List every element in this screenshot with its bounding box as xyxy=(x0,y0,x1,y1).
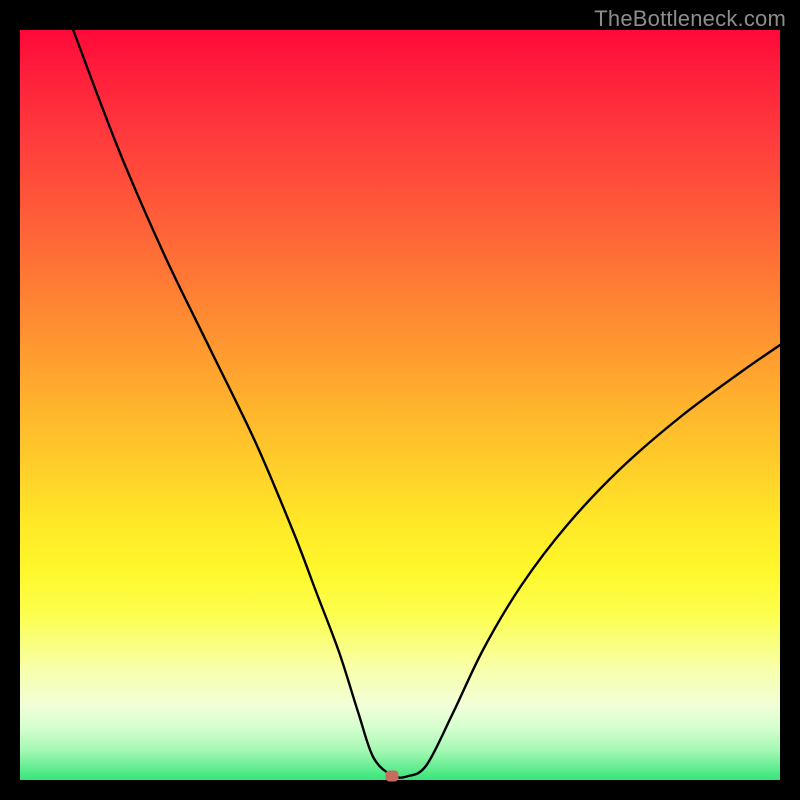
chart-frame: TheBottleneck.com xyxy=(0,0,800,800)
plot-area xyxy=(20,30,780,780)
minimum-marker xyxy=(386,771,399,782)
watermark-text: TheBottleneck.com xyxy=(594,6,786,32)
